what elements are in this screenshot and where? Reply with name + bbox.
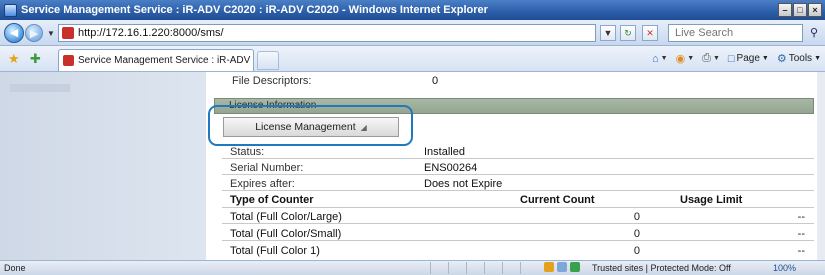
- command-bar: ⌂ ▼ ◉ ▼ ⎙ ▼ □ Page ▼ ⚙ Tools ▼: [652, 52, 821, 65]
- lock-icon: [544, 262, 554, 272]
- tools-menu-label: Tools: [788, 53, 813, 64]
- counter-type: Total (Full Color/Large): [230, 211, 342, 223]
- page-favicon-icon: [62, 27, 74, 39]
- page-content: File Descriptors: 0 License Information …: [0, 72, 825, 260]
- feed-icon: ◉: [675, 53, 686, 65]
- security-zone-icons[interactable]: [544, 262, 580, 272]
- usage-limit: --: [797, 228, 805, 240]
- serial-number-value: ENS00264: [424, 162, 478, 174]
- current-count: 0: [633, 211, 640, 223]
- status-value: Installed: [424, 146, 465, 158]
- serial-number-label: Serial Number:: [230, 162, 304, 174]
- status-segment: [502, 262, 519, 274]
- current-count: 0: [633, 228, 640, 240]
- home-icon: ⌂: [651, 52, 659, 65]
- address-field[interactable]: [58, 24, 596, 42]
- expires-label: Expires after:: [230, 178, 295, 190]
- left-navigation-panel: [0, 72, 206, 260]
- window-controls: – □ ×: [778, 3, 822, 17]
- search-icon[interactable]: ⚲: [806, 25, 822, 41]
- maximize-button[interactable]: □: [793, 3, 807, 17]
- minimize-button[interactable]: –: [778, 3, 792, 17]
- highlight-callout: [208, 105, 413, 146]
- home-button[interactable]: ⌂ ▼: [652, 53, 668, 65]
- page-menu-button[interactable]: □ Page ▼: [728, 53, 769, 65]
- search-input[interactable]: [675, 27, 795, 39]
- table-header-type: Type of Counter: [230, 194, 314, 206]
- gear-icon: ⚙: [776, 53, 787, 65]
- page-icon: □: [727, 52, 735, 65]
- row-divider: [222, 158, 814, 159]
- window-title-bar: Service Management Service : iR-ADV C202…: [0, 0, 825, 20]
- file-descriptors-label: File Descriptors:: [232, 75, 312, 87]
- print-icon: ⎙: [702, 52, 711, 64]
- sidebar-faded-item: [10, 84, 70, 92]
- row-divider: [222, 223, 814, 224]
- table-header-current-count: Current Count: [520, 194, 595, 206]
- page-menu-label: Page: [736, 53, 760, 64]
- tab-row: ★ ✚ Service Management Service : iR-ADV …: [0, 46, 825, 72]
- current-count: 0: [633, 245, 640, 257]
- favorites-star-icon[interactable]: ★: [8, 51, 20, 67]
- status-segment: [484, 262, 501, 274]
- status-segment: [430, 262, 447, 274]
- status-label: Status:: [230, 146, 265, 158]
- table-header-usage-limit: Usage Limit: [680, 194, 743, 206]
- row-divider: [222, 240, 814, 241]
- protected-mode-icon: [557, 262, 567, 272]
- status-segment: [448, 262, 465, 274]
- counter-type: Total (Full Color 1): [230, 245, 320, 257]
- new-tab-button[interactable]: [257, 51, 279, 70]
- row-divider: [222, 190, 814, 191]
- status-bar: Done Trusted sites | Protected Mode: Off…: [0, 260, 825, 275]
- status-segment: [466, 262, 483, 274]
- window-title: Service Management Service : iR-ADV C202…: [21, 4, 488, 16]
- security-zone-label[interactable]: Trusted sites | Protected Mode: Off: [592, 263, 731, 273]
- tab-label: Service Management Service : iR-ADV C202…: [78, 55, 253, 66]
- tab-service-management[interactable]: Service Management Service : iR-ADV C202…: [58, 49, 254, 71]
- print-button[interactable]: ⎙ ▼: [702, 52, 720, 65]
- close-button[interactable]: ×: [808, 3, 822, 17]
- page-scrollbar[interactable]: [817, 72, 825, 260]
- url-input[interactable]: [78, 27, 558, 39]
- stop-icon[interactable]: ✕: [642, 25, 658, 41]
- tab-favicon-icon: [63, 55, 74, 66]
- usage-limit: --: [797, 245, 805, 257]
- add-favorite-icon[interactable]: ✚: [30, 51, 41, 67]
- search-box[interactable]: [668, 24, 803, 42]
- status-segment: [520, 262, 537, 274]
- file-descriptors-value: 0: [432, 75, 439, 87]
- history-dropdown-icon[interactable]: ▼: [47, 29, 55, 38]
- refresh-icon[interactable]: ↻: [620, 25, 636, 41]
- status-text: Done: [4, 263, 26, 273]
- counter-type: Total (Full Color/Small): [230, 228, 342, 240]
- row-divider: [222, 174, 814, 175]
- expires-value: Does not Expire: [424, 178, 503, 190]
- ie-icon: [4, 3, 17, 17]
- feeds-button[interactable]: ◉ ▼: [676, 52, 695, 65]
- usage-limit: --: [797, 211, 805, 223]
- address-bar-row: ◀ ▶ ▼ ▼ ↻ ✕ ⚲: [0, 20, 825, 46]
- forward-button[interactable]: ▶: [25, 24, 43, 42]
- tools-menu-button[interactable]: ⚙ Tools ▼: [777, 52, 821, 65]
- zoom-level[interactable]: 100%: [773, 263, 796, 273]
- address-dropdown-icon[interactable]: ▼: [600, 25, 616, 41]
- check-icon: [570, 262, 580, 272]
- back-button[interactable]: ◀: [4, 23, 24, 43]
- row-divider: [222, 207, 814, 208]
